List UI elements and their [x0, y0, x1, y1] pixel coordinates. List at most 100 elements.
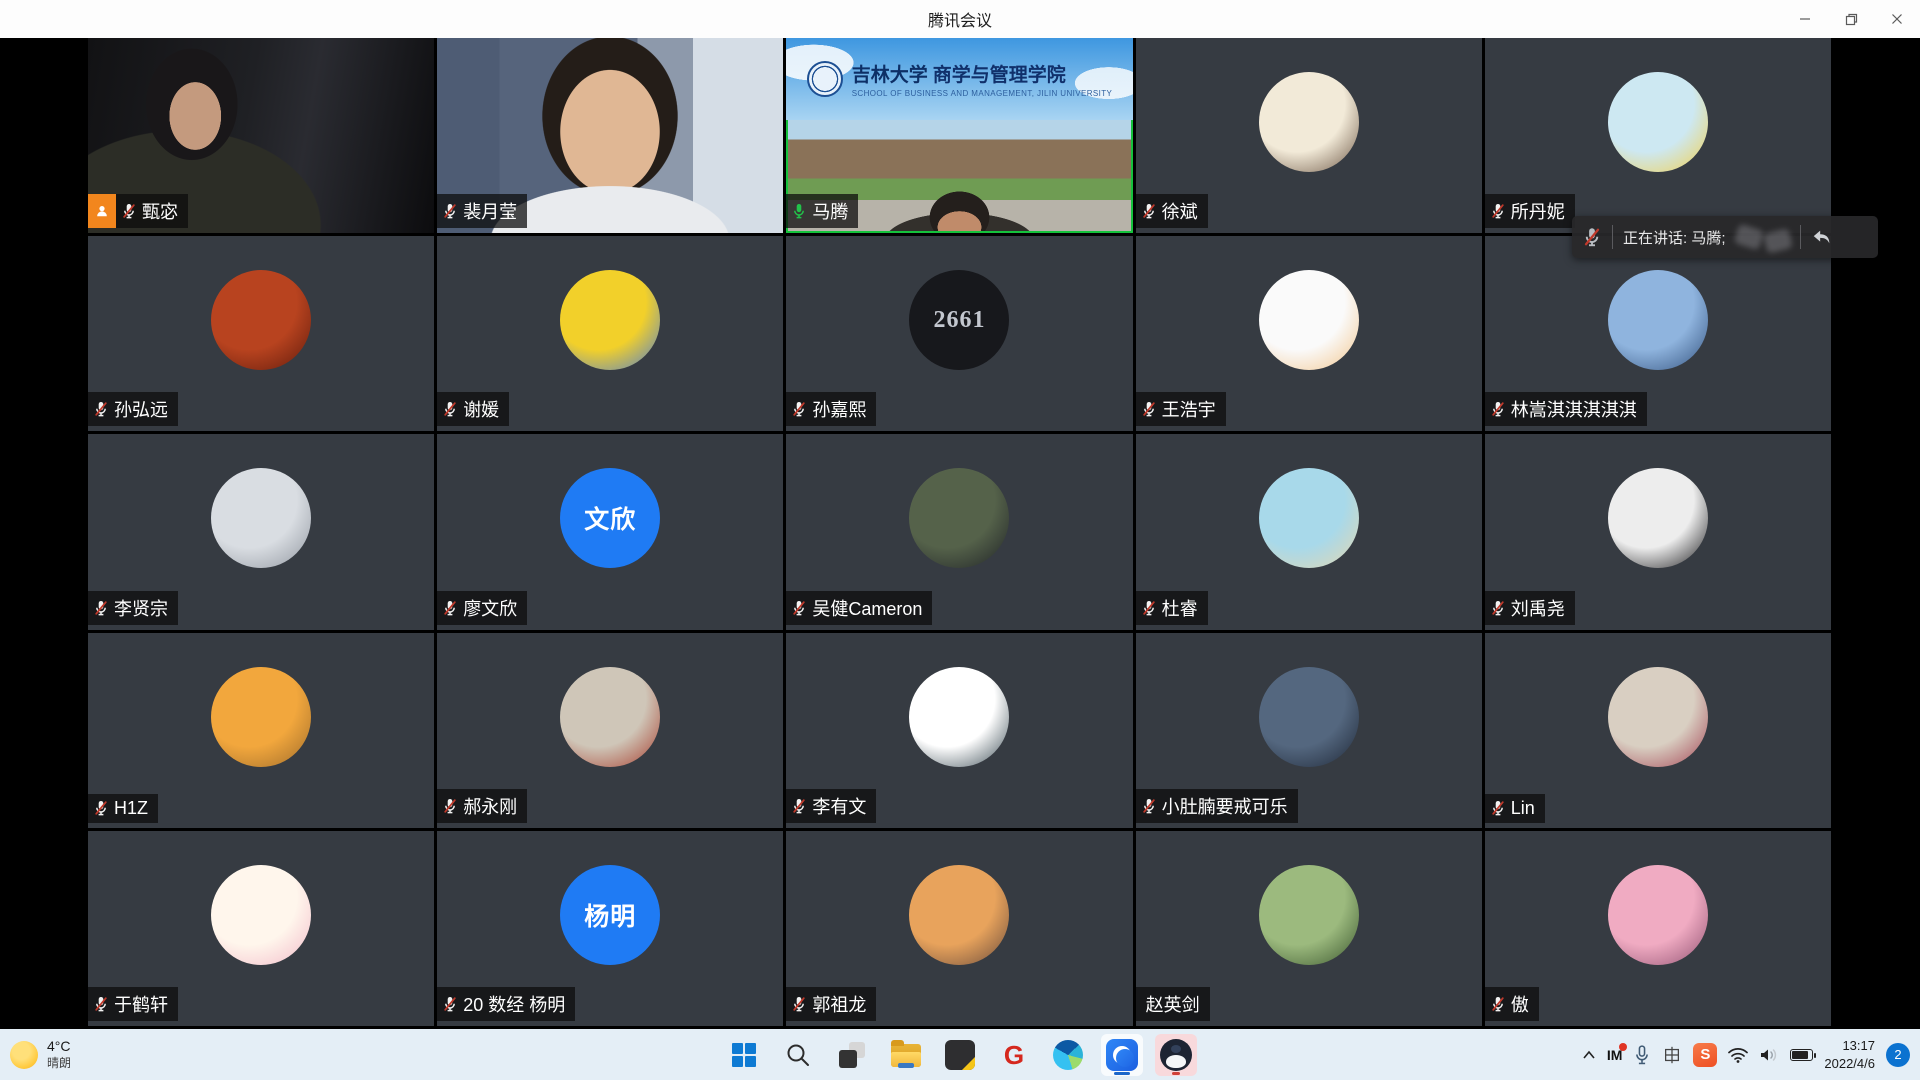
- participant-name: 林嵩淇淇淇淇淇: [1511, 396, 1637, 422]
- weather-widget[interactable]: 4°C 晴朗: [10, 1038, 71, 1071]
- participant-namebar: 20 数经 杨明: [437, 987, 575, 1021]
- mic-muted-icon: [93, 996, 109, 1012]
- mic-muted-icon: [1141, 203, 1157, 219]
- edge-icon: [1053, 1040, 1083, 1070]
- task-view-button[interactable]: [831, 1034, 873, 1076]
- participant-tile[interactable]: 吴健Cameron: [786, 434, 1132, 629]
- participant-namebar: 赵英剑: [1136, 987, 1210, 1021]
- participant-name: 郝永刚: [463, 793, 517, 819]
- participant-avatar: [560, 667, 660, 767]
- participant-tile[interactable]: 甄宓: [88, 38, 434, 233]
- microphone-in-use-button[interactable]: [1633, 1045, 1651, 1065]
- participant-tile[interactable]: 郭祖龙: [786, 831, 1132, 1026]
- weather-temp: 4°C: [47, 1038, 71, 1056]
- search-button[interactable]: [777, 1034, 819, 1076]
- qq-app-button[interactable]: [1155, 1034, 1197, 1076]
- participant-namebar: 马腾: [786, 194, 858, 228]
- file-explorer-button[interactable]: [885, 1034, 927, 1076]
- battery-button[interactable]: [1790, 1049, 1813, 1061]
- participant-tile[interactable]: 文欣 廖文欣: [437, 434, 783, 629]
- hidden-icons-button[interactable]: [1582, 1050, 1596, 1060]
- participant-avatar: 杨明: [560, 865, 660, 965]
- participant-tile[interactable]: 2661 孙嘉熙: [786, 236, 1132, 431]
- participant-name: 王浩宇: [1162, 396, 1216, 422]
- reply-arrow-button[interactable]: [1811, 227, 1833, 247]
- participant-namebar: 徐斌: [1136, 194, 1208, 228]
- mic-muted-icon: [791, 401, 807, 417]
- participant-avatar: [909, 667, 1009, 767]
- participant-tile[interactable]: 谢媛: [437, 236, 783, 431]
- participant-avatar: [211, 270, 311, 370]
- participant-namebar: Lin: [1485, 794, 1545, 823]
- windows-start-icon: [731, 1042, 757, 1068]
- participant-tile[interactable]: 小肚腩要戒可乐: [1136, 633, 1482, 828]
- mic-muted-icon: [791, 798, 807, 814]
- participant-name: 李贤宗: [114, 595, 168, 621]
- participant-name: 马腾: [812, 198, 848, 224]
- participant-tile[interactable]: 王浩宇: [1136, 236, 1482, 431]
- toast-divider: [1612, 225, 1613, 249]
- volume-button[interactable]: [1759, 1047, 1779, 1063]
- notes-app-button[interactable]: [939, 1034, 981, 1076]
- participant-namebar: 杜睿: [1136, 591, 1208, 625]
- minimize-button[interactable]: [1782, 0, 1828, 38]
- banner-school-name-en: SCHOOL OF BUSINESS AND MANAGEMENT, JILIN…: [852, 89, 1113, 98]
- mic-muted-icon: [1490, 401, 1506, 417]
- participant-avatar: [909, 468, 1009, 568]
- folder-icon: [891, 1044, 921, 1067]
- close-button[interactable]: [1874, 0, 1920, 38]
- battery-icon: [1790, 1049, 1813, 1061]
- participant-tile[interactable]: 杨明 20 数经 杨明: [437, 831, 783, 1026]
- participant-tile[interactable]: 孙弘远: [88, 236, 434, 431]
- qq-icon: [1160, 1039, 1192, 1071]
- clock-date: 2022/4/6: [1824, 1055, 1875, 1073]
- mic-muted-icon: [442, 401, 458, 417]
- window-titlebar: 腾讯会议: [0, 0, 1920, 38]
- participant-tile[interactable]: 赵英剑: [1136, 831, 1482, 1026]
- participant-tile[interactable]: 李贤宗: [88, 434, 434, 629]
- participant-tile[interactable]: 裴月莹: [437, 38, 783, 233]
- participant-tile[interactable]: H1Z: [88, 633, 434, 828]
- participant-tile[interactable]: 林嵩淇淇淇淇淇: [1485, 236, 1831, 431]
- participant-tile[interactable]: 刘禹尧: [1485, 434, 1831, 629]
- toast-divider: [1800, 225, 1801, 249]
- participant-tile[interactable]: 徐斌: [1136, 38, 1482, 233]
- campus-banner: 吉林大学商学与管理学院SCHOOL OF BUSINESS AND MANAGE…: [786, 38, 1132, 120]
- participant-namebar: 所丹妮: [1485, 194, 1575, 228]
- participant-tile[interactable]: 李有文: [786, 633, 1132, 828]
- red-g-app-button[interactable]: G: [993, 1034, 1035, 1076]
- im-tray-button[interactable]: IM: [1607, 1047, 1623, 1063]
- participant-namebar: 吴健Cameron: [786, 591, 932, 625]
- input-method-button[interactable]: [1662, 1045, 1682, 1065]
- mic-muted-icon: [442, 996, 458, 1012]
- participant-tile[interactable]: 傲: [1485, 831, 1831, 1026]
- tray-clock[interactable]: 13:17 2022/4/6: [1824, 1037, 1875, 1072]
- participant-namebar: 郝永刚: [437, 789, 527, 823]
- participant-tile[interactable]: 于鹤轩: [88, 831, 434, 1026]
- start-button[interactable]: [723, 1034, 765, 1076]
- mic-muted-icon: [1582, 227, 1602, 247]
- participant-avatar: [1259, 72, 1359, 172]
- speaking-toast-text: 正在讲话: 马腾;: [1623, 227, 1726, 248]
- wifi-button[interactable]: [1728, 1047, 1748, 1063]
- participant-tile[interactable]: 所丹妮: [1485, 38, 1831, 233]
- participant-tile[interactable]: 郝永刚: [437, 633, 783, 828]
- speaking-toast: 正在讲话: 马腾;: [1572, 216, 1878, 258]
- restore-button[interactable]: [1828, 0, 1874, 38]
- participant-tile[interactable]: Lin: [1485, 633, 1831, 828]
- notification-count-badge[interactable]: 2: [1886, 1043, 1910, 1067]
- sogou-input-button[interactable]: S: [1693, 1043, 1717, 1067]
- participant-tile[interactable]: 杜睿: [1136, 434, 1482, 629]
- university-seal-icon: [807, 61, 843, 97]
- wifi-icon: [1728, 1047, 1748, 1063]
- participant-namebar: 王浩宇: [1136, 392, 1226, 426]
- close-icon: [1891, 13, 1903, 25]
- participant-namebar: 李有文: [786, 789, 876, 823]
- participant-name: 傲: [1511, 991, 1529, 1017]
- participant-avatar: [1259, 270, 1359, 370]
- mic-muted-icon: [442, 798, 458, 814]
- participant-tile[interactable]: 吉林大学商学与管理学院SCHOOL OF BUSINESS AND MANAGE…: [786, 38, 1132, 233]
- edge-browser-button[interactable]: [1047, 1034, 1089, 1076]
- tencent-meeting-app-button[interactable]: [1101, 1034, 1143, 1076]
- participant-name: 裴月莹: [463, 198, 517, 224]
